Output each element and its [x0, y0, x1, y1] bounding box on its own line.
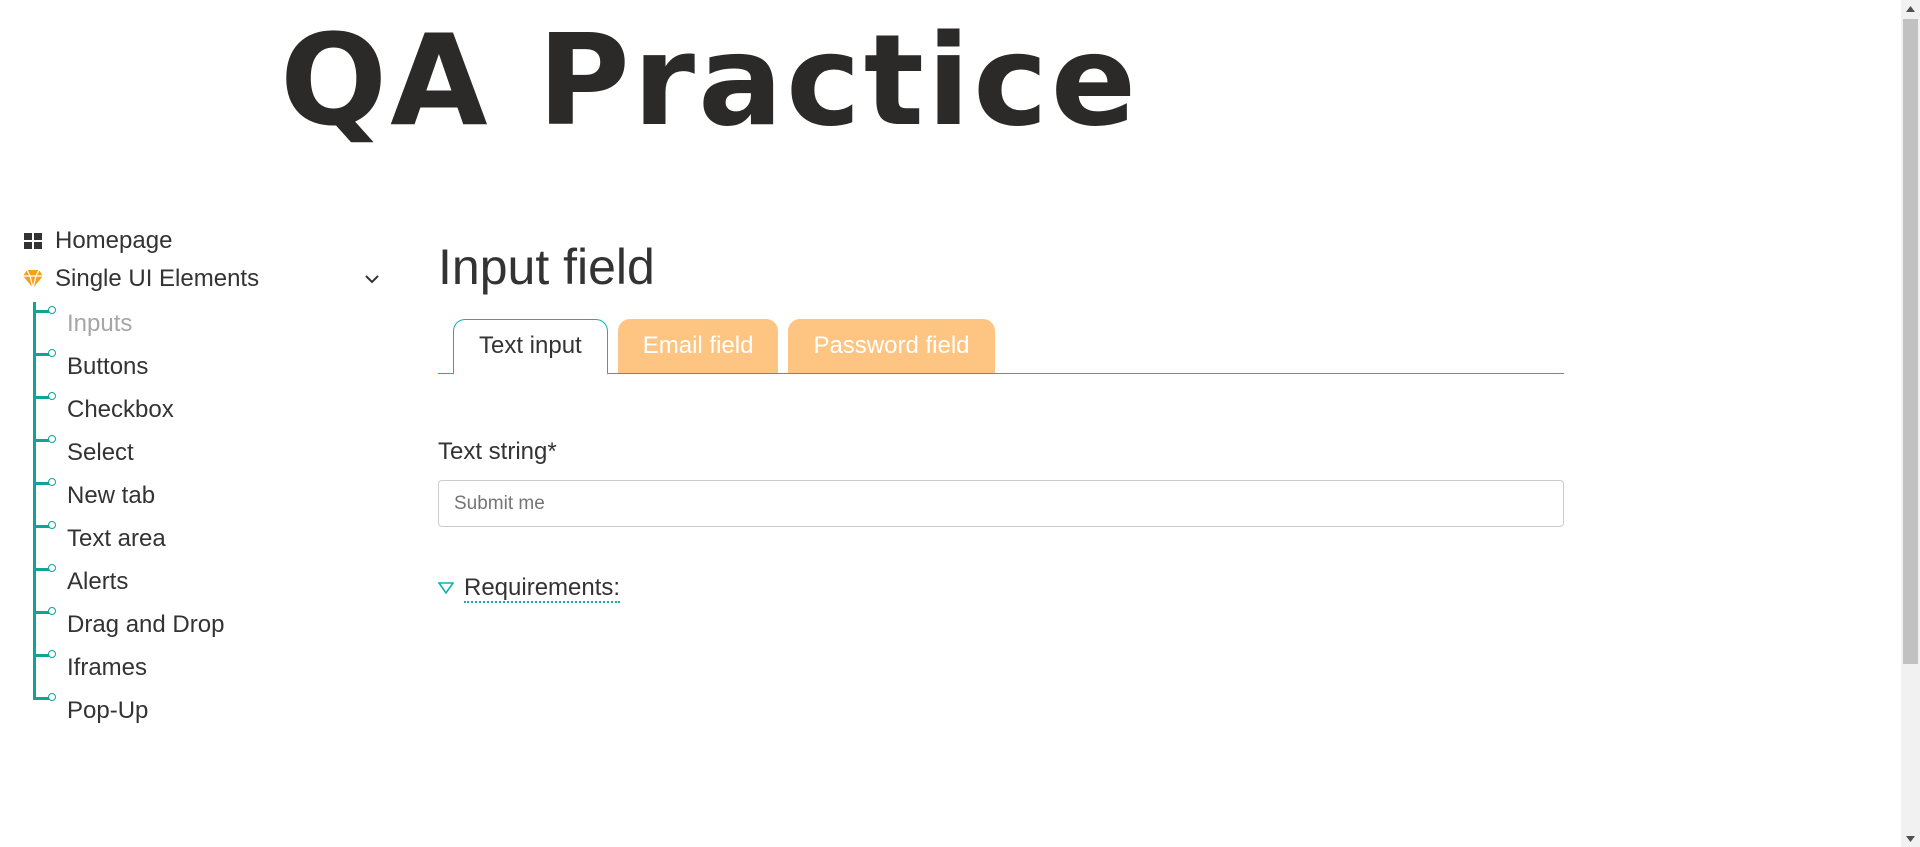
- tab-email-field[interactable]: Email field: [617, 319, 779, 373]
- sidebar-item-label: Single UI Elements: [55, 265, 260, 292]
- tab-bar: Text input Email field Password field: [438, 317, 1564, 375]
- scroll-up-arrow-icon[interactable]: [1901, 0, 1920, 17]
- sidebar-subitem-drag-and-drop[interactable]: Drag and Drop: [33, 603, 382, 646]
- sidebar-subitem-inputs[interactable]: Inputs: [33, 302, 382, 345]
- tree-node-icon: [48, 650, 56, 658]
- sidebar-subitem-pop-up[interactable]: Pop-Up: [33, 689, 382, 732]
- tree-branch: [33, 568, 49, 571]
- tree-branch: [33, 310, 49, 313]
- sidebar-subitem-label: Buttons: [67, 352, 149, 380]
- sidebar: Homepage Single UI Elements Inputs Butto…: [22, 222, 382, 732]
- tab-password-field[interactable]: Password field: [788, 319, 995, 373]
- tree-node-icon: [48, 392, 56, 400]
- tree-branch: [33, 439, 49, 442]
- scroll-down-arrow-icon[interactable]: [1901, 830, 1920, 847]
- tree-node-icon: [48, 435, 56, 443]
- sidebar-subitem-label: Drag and Drop: [67, 610, 225, 638]
- sidebar-item-single-ui-elements[interactable]: Single UI Elements: [22, 260, 382, 298]
- gem-icon: [22, 268, 44, 290]
- site-logo[interactable]: QA Practice: [280, 18, 1139, 144]
- page: QA Practice Homepage Single UI Elements …: [0, 0, 1920, 847]
- tree-node-icon: [48, 521, 56, 529]
- tree-branch: [33, 482, 49, 485]
- requirements-toggle[interactable]: Requirements:: [438, 574, 1564, 604]
- sidebar-subitem-label: Inputs: [67, 309, 133, 337]
- sidebar-subitem-alerts[interactable]: Alerts: [33, 560, 382, 603]
- sidebar-subitem-label: New tab: [67, 481, 156, 509]
- scrollbar-thumb[interactable]: [1903, 19, 1918, 664]
- sidebar-subitem-label: Select: [67, 438, 134, 466]
- sidebar-subitem-checkbox[interactable]: Checkbox: [33, 388, 382, 431]
- sidebar-subitem-label: Alerts: [67, 567, 129, 595]
- sidebar-subitem-select[interactable]: Select: [33, 431, 382, 474]
- sidebar-subitem-new-tab[interactable]: New tab: [33, 474, 382, 517]
- text-string-label: Text string*: [438, 438, 557, 465]
- text-string-input[interactable]: [438, 480, 1564, 527]
- chevron-down-icon[interactable]: [362, 269, 382, 289]
- page-title: Input field: [438, 239, 655, 295]
- sidebar-subitem-buttons[interactable]: Buttons: [33, 345, 382, 388]
- main-content: Input field Text input Email field Passwor…: [438, 239, 1564, 604]
- sidebar-subitem-label: Checkbox: [67, 395, 174, 423]
- tree-node-icon: [48, 607, 56, 615]
- tree-node-icon: [48, 306, 56, 314]
- requirements-label: Requirements:: [464, 574, 621, 604]
- sidebar-subitem-iframes[interactable]: Iframes: [33, 646, 382, 689]
- tree-branch: [33, 697, 49, 700]
- triangle-down-icon: [438, 582, 454, 596]
- tree-node-icon: [48, 478, 56, 486]
- sidebar-subnav: Inputs Buttons Checkbox Select New tab Text a…: [33, 302, 382, 732]
- tree-branch: [33, 654, 49, 657]
- grid-icon: [22, 230, 44, 252]
- tree-node-icon: [48, 564, 56, 572]
- sidebar-subitem-label: Iframes: [67, 653, 148, 681]
- tree-node-icon: [48, 693, 56, 701]
- tree-branch: [33, 525, 49, 528]
- tab-text-input[interactable]: Text input: [453, 318, 608, 375]
- sidebar-subitem-text-area[interactable]: Text area: [33, 517, 382, 560]
- sidebar-item-homepage[interactable]: Homepage: [22, 222, 382, 260]
- sidebar-subitem-label: Text area: [67, 524, 166, 552]
- vertical-scrollbar[interactable]: [1901, 0, 1920, 847]
- tree-branch: [33, 353, 49, 356]
- tree-branch: [33, 396, 49, 399]
- sidebar-section-single-ui-elements: Single UI Elements Inputs Buttons Checkbox…: [22, 260, 382, 732]
- tree-branch: [33, 611, 49, 614]
- tree-node-icon: [48, 349, 56, 357]
- sidebar-item-label: Homepage: [55, 227, 173, 254]
- sidebar-subitem-label: Pop-Up: [67, 696, 149, 724]
